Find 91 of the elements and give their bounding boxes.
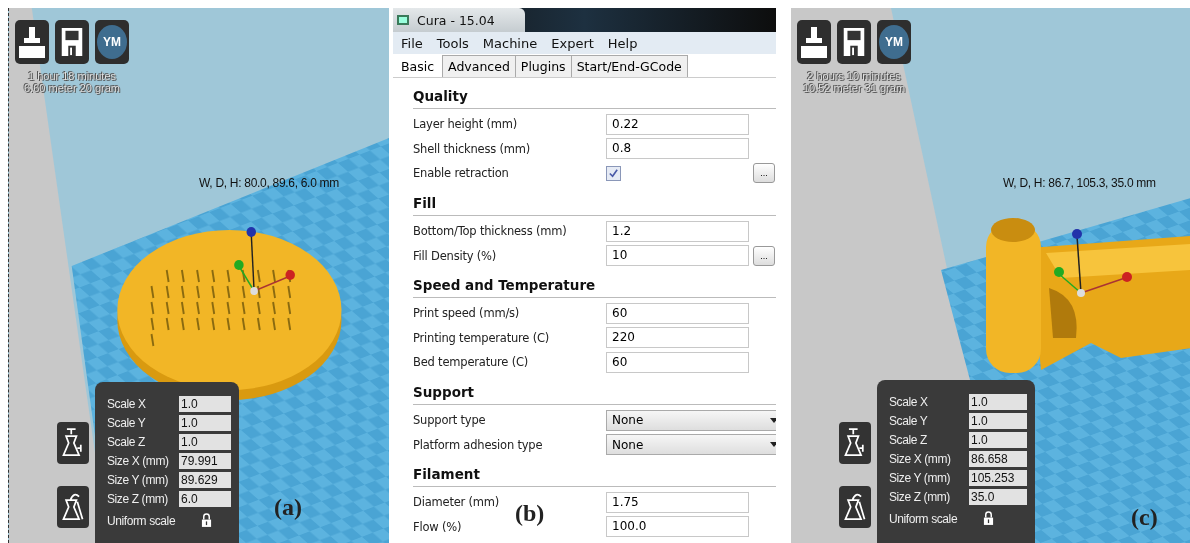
dropdown[interactable]: None (606, 434, 776, 456)
save-icon[interactable] (55, 20, 89, 64)
setting-label: Print speed (mm/s) (413, 306, 521, 321)
setting-label: Printing temperature (C) (413, 330, 551, 345)
material-usage: 6.60 meter 20 gram (24, 82, 120, 94)
input-field[interactable]: 1.2 (606, 220, 749, 242)
print-time: 1 hour 18 minutes (27, 70, 117, 82)
menu-item[interactable]: Tools (436, 35, 469, 51)
scale-label: Scale Z (107, 434, 145, 449)
tab[interactable]: Plugins (514, 55, 572, 77)
scale-label: Scale Y (889, 413, 928, 428)
section-heading: Quality (413, 85, 776, 109)
scale-tool-icon[interactable] (57, 422, 89, 464)
mirror-tool-icon[interactable] (839, 486, 871, 528)
tab[interactable]: Advanced (442, 55, 516, 77)
scale-tool-icon[interactable] (839, 422, 871, 464)
setting-label: Layer height (mm) (413, 117, 518, 132)
scale-input[interactable]: 1.0 (969, 431, 1027, 448)
scale-input[interactable]: 1.0 (969, 412, 1027, 429)
avatar[interactable]: YM (879, 25, 909, 59)
menu-item[interactable]: File (401, 35, 423, 51)
scale-label: Size Y (mm) (107, 472, 169, 487)
app-icon (397, 15, 409, 25)
setting-label: Fill Density (%) (413, 248, 498, 263)
scale-label: Size X (mm) (107, 453, 169, 468)
setting-label: Bottom/Top thickness (mm) (413, 224, 568, 239)
scale-label: Size Y (mm) (889, 470, 951, 485)
input-field[interactable]: 60 (606, 351, 749, 373)
scale-input[interactable]: 79.991 (179, 452, 231, 469)
scale-label: Scale Z (889, 432, 927, 447)
scale-label: Scale X (107, 396, 146, 411)
window-title: Cura - 15.04 (417, 12, 495, 28)
figure-caption: (c) (1131, 504, 1158, 531)
scale-label: Size Z (mm) (107, 491, 168, 506)
section-heading: Fill (413, 191, 776, 216)
menu-item[interactable]: Machine (482, 35, 538, 51)
scale-input[interactable]: 89.629 (179, 471, 231, 488)
scale-input[interactable]: 35.0 (969, 488, 1027, 505)
input-field[interactable]: 1.75 (606, 491, 749, 513)
setting-label: Shell thickness (mm) (413, 141, 532, 156)
setting-label: Flow (%) (413, 519, 463, 534)
scale-label: Scale X (889, 394, 928, 409)
section-heading: Support (413, 380, 776, 405)
input-field[interactable]: 220 (606, 327, 749, 349)
input-field[interactable]: 0.22 (606, 113, 749, 135)
scale-input[interactable]: 105.253 (969, 469, 1027, 486)
lock-icon[interactable] (983, 511, 995, 526)
checkbox[interactable] (606, 166, 621, 181)
section-heading: Filament (413, 462, 776, 487)
scale-input[interactable]: 6.0 (179, 490, 231, 507)
uniform-scale-label: Uniform scale (107, 513, 176, 528)
scale-input[interactable]: 1.0 (179, 414, 231, 431)
scale-label: Size Z (mm) (889, 489, 950, 504)
input-field[interactable]: 60 (606, 302, 749, 324)
lock-icon[interactable] (201, 513, 213, 528)
more-options-button[interactable]: ... (753, 245, 775, 266)
setting-label: Support type (413, 413, 487, 428)
input-field[interactable]: 10 (606, 245, 749, 267)
scale-input[interactable]: 1.0 (179, 395, 231, 412)
figure-caption: (b) (515, 500, 545, 527)
menu-item[interactable]: Help (607, 35, 638, 51)
menu-item[interactable]: Expert (551, 35, 594, 51)
setting-label: Platform adhesion type (413, 437, 544, 452)
load-icon[interactable] (797, 20, 831, 64)
save-icon[interactable] (837, 20, 871, 64)
load-icon[interactable] (15, 20, 49, 64)
scale-input[interactable]: 1.0 (179, 433, 231, 450)
model-dimensions: W, D, H: 86.7, 105.3, 35.0 mm (1003, 176, 1156, 190)
caret-icon (770, 442, 776, 448)
scale-label: Scale Y (107, 415, 146, 430)
axis-gizmo-drawing (234, 227, 295, 295)
print-time: 2 hours 10 minutes (807, 70, 901, 82)
figure-caption: (a) (274, 494, 302, 521)
input-field[interactable]: 0.8 (606, 138, 749, 160)
setting-label: Enable retraction (413, 166, 510, 181)
dropdown[interactable]: None (606, 409, 776, 431)
mirror-tool-icon[interactable] (57, 486, 89, 528)
material-usage: 10.52 meter 31 gram (802, 82, 906, 94)
scale-input[interactable]: 86.658 (969, 450, 1027, 467)
caret-icon (770, 417, 776, 423)
setting-label: Diameter (mm) (413, 495, 501, 510)
model-dimensions: W, D, H: 80.0, 89.6, 6.0 mm (199, 176, 339, 190)
avatar[interactable]: YM (97, 25, 127, 59)
setting-label: Bed temperature (C) (413, 355, 530, 370)
uniform-scale-label: Uniform scale (889, 511, 958, 526)
section-heading: Speed and Temperature (413, 273, 776, 298)
scale-input[interactable]: 1.0 (969, 393, 1027, 410)
tab[interactable]: Start/End-GCode (570, 55, 688, 77)
scale-label: Size X (mm) (889, 451, 951, 466)
more-options-button[interactable]: ... (753, 163, 775, 184)
input-field[interactable]: 100.0 (606, 516, 749, 538)
